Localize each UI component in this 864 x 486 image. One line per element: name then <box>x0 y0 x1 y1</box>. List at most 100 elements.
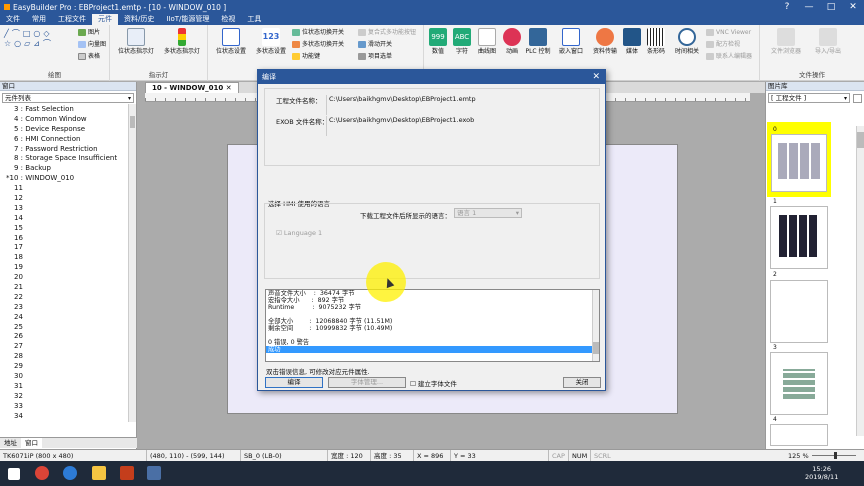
thumb-0-keypad[interactable] <box>771 134 827 192</box>
system-clock[interactable]: 15:26 2019/8/11 <box>805 465 838 481</box>
log-scrollbar[interactable] <box>592 290 599 361</box>
thumb-2-blank[interactable] <box>770 280 828 343</box>
character-button[interactable]: ABC 字符 <box>450 28 474 55</box>
object-list-combo[interactable]: 元件列表 ▾ <box>2 93 134 103</box>
tree-item[interactable]: 27 <box>0 342 136 352</box>
tree-item[interactable]: 21 <box>0 283 136 293</box>
tree-item[interactable]: 17 <box>0 243 136 253</box>
tree-item[interactable]: 19 <box>0 263 136 273</box>
log-line[interactable]: 全部大小 : 12068840 字节 (11.51M) <box>266 318 599 325</box>
minimize-button[interactable]: — <box>798 0 820 14</box>
tree-item[interactable]: 13 <box>0 204 136 214</box>
tree-item[interactable]: 31 <box>0 382 136 392</box>
close-icon[interactable]: ✕ <box>226 84 232 92</box>
slide-switch-button[interactable]: 滑动开关 <box>358 40 392 50</box>
log-success-line[interactable]: 成功 <box>266 346 599 353</box>
library-settings-icon[interactable] <box>853 94 862 103</box>
menu-common[interactable]: 常用 <box>26 14 52 25</box>
close-button[interactable]: ✕ <box>842 0 864 14</box>
thumb-3-keypad-grey[interactable] <box>770 352 828 415</box>
thumb-1-keypad-dark[interactable] <box>770 206 828 269</box>
shape-gallery[interactable]: ╱⌒□○◇ ☆○▱⊿⌒ <box>4 29 74 57</box>
chrome-icon[interactable] <box>35 466 49 480</box>
scroll-thumb[interactable] <box>130 116 135 128</box>
import-export-button[interactable]: 导入/导出 <box>808 28 848 55</box>
menu-data-history[interactable]: 资料/历史 <box>118 14 160 25</box>
data-transfer-button[interactable]: 资料传输 <box>588 28 622 55</box>
tree-item[interactable]: 22 <box>0 293 136 303</box>
tree-item[interactable]: 26 <box>0 332 136 342</box>
compile-log[interactable]: 声音文件大小 : 36474 字节 宏指令大小 : 892 字节 Runtime :… <box>265 289 600 362</box>
tree-item[interactable]: 28 <box>0 352 136 362</box>
log-line[interactable]: 宏指令大小 : 892 字节 <box>266 297 599 304</box>
close-dialog-button[interactable]: 关闭 <box>563 377 601 388</box>
tree-item[interactable]: 33 <box>0 402 136 412</box>
tree-item[interactable]: 23 <box>0 303 136 313</box>
file-browser-button[interactable]: 文件浏览器 <box>764 28 808 55</box>
set-word-button[interactable]: 123 多状态设置 <box>252 28 290 55</box>
tree-item[interactable]: 15 <box>0 224 136 234</box>
vector-button[interactable]: 向量图 <box>78 40 106 50</box>
toggle-switch-button[interactable]: 位状态切换开关 <box>292 28 344 38</box>
media-button[interactable]: 媒体 <box>622 28 642 55</box>
zoom-slider-thumb[interactable] <box>834 452 837 459</box>
tree-item[interactable]: 25 <box>0 323 136 333</box>
tree-item[interactable]: 11 <box>0 184 136 194</box>
log-line[interactable]: 剩余空间 : 10999832 字节 (10.49M) <box>266 325 599 332</box>
tree-item[interactable]: 24 <box>0 313 136 323</box>
recipe-view-button[interactable]: 配方检视 <box>706 40 740 50</box>
bit-lamp-button[interactable]: 位状态指示灯 <box>114 28 158 55</box>
tree-scrollbar[interactable] <box>128 104 136 422</box>
multi-state-switch-button[interactable]: 多状态切换开关 <box>292 40 344 50</box>
tree-item[interactable]: 8 : Storage Space Insufficient <box>0 154 136 164</box>
set-bit-button[interactable]: 位状态设置 <box>212 28 250 55</box>
tree-item[interactable]: 30 <box>0 372 136 382</box>
k-app-icon[interactable] <box>63 466 77 480</box>
combo-button[interactable]: 复合式多功能按钮 <box>358 28 416 38</box>
tab-window[interactable]: 窗口 <box>21 438 42 449</box>
menu-iiot[interactable]: IIoT/能源管理 <box>160 14 215 25</box>
menu-project[interactable]: 工程文件 <box>52 14 92 25</box>
menu-objects[interactable]: 元件 <box>92 14 118 25</box>
font-manager-button[interactable]: 字体管理... <box>328 377 406 388</box>
scroll-thumb[interactable] <box>857 132 864 148</box>
tree-item[interactable]: 3 : Fast Selection <box>0 105 136 115</box>
plc-control-button[interactable]: PLC 控制 <box>524 28 552 55</box>
menu-file[interactable]: 文件 <box>0 14 26 25</box>
picture-button[interactable]: 图片 <box>78 28 100 38</box>
create-font-file-checkbox[interactable]: ☐ 建立字体文件 <box>410 378 457 388</box>
tree-item[interactable]: 32 <box>0 392 136 402</box>
close-icon[interactable]: ✕ <box>592 70 600 84</box>
tree-item[interactable]: 7 : Password Restriction <box>0 145 136 155</box>
zoom-slider[interactable] <box>812 452 856 459</box>
library-combo[interactable]: [ 工程文件 ] ▾ <box>768 93 850 103</box>
scroll-thumb[interactable] <box>593 342 599 354</box>
file-explorer-icon[interactable] <box>92 466 106 480</box>
embedded-window-button[interactable]: 嵌入窗口 <box>554 28 588 55</box>
log-line[interactable]: Runtime : 9075232 字节 <box>266 304 599 311</box>
tree-item[interactable]: 34 <box>0 412 136 422</box>
word-lamp-button[interactable]: 多状态指示灯 <box>160 28 204 55</box>
tree-item[interactable]: 16 <box>0 234 136 244</box>
barcode-button[interactable]: 条形码 <box>642 28 670 55</box>
tree-item[interactable]: 4 : Common Window <box>0 115 136 125</box>
language-1-checkbox[interactable]: ☑ Language 1 <box>276 229 322 237</box>
log-line[interactable] <box>266 311 599 318</box>
log-line[interactable]: 0 错误, 0 警告 <box>266 339 599 346</box>
trend-button[interactable]: 曲线图 <box>474 28 500 55</box>
tree-item[interactable]: 18 <box>0 253 136 263</box>
time-related-button[interactable]: 时间相关 <box>670 28 704 55</box>
windows-start-icon[interactable] <box>8 468 20 480</box>
log-line[interactable] <box>266 332 599 339</box>
language-select[interactable]: 语言 1 ▾ <box>454 208 522 218</box>
tree-item[interactable]: 29 <box>0 362 136 372</box>
contact-editor-button[interactable]: 联系人编辑器 <box>706 52 752 62</box>
table-button[interactable]: 表格 <box>78 52 100 62</box>
numeric-button[interactable]: 999 数值 <box>426 28 450 55</box>
powerpoint-icon[interactable] <box>120 466 134 480</box>
tree-item[interactable]: 20 <box>0 273 136 283</box>
tree-item[interactable]: 12 <box>0 194 136 204</box>
menu-view[interactable]: 检视 <box>215 14 241 25</box>
tree-item[interactable]: 6 : HMI Connection <box>0 135 136 145</box>
tree-item[interactable]: 14 <box>0 214 136 224</box>
